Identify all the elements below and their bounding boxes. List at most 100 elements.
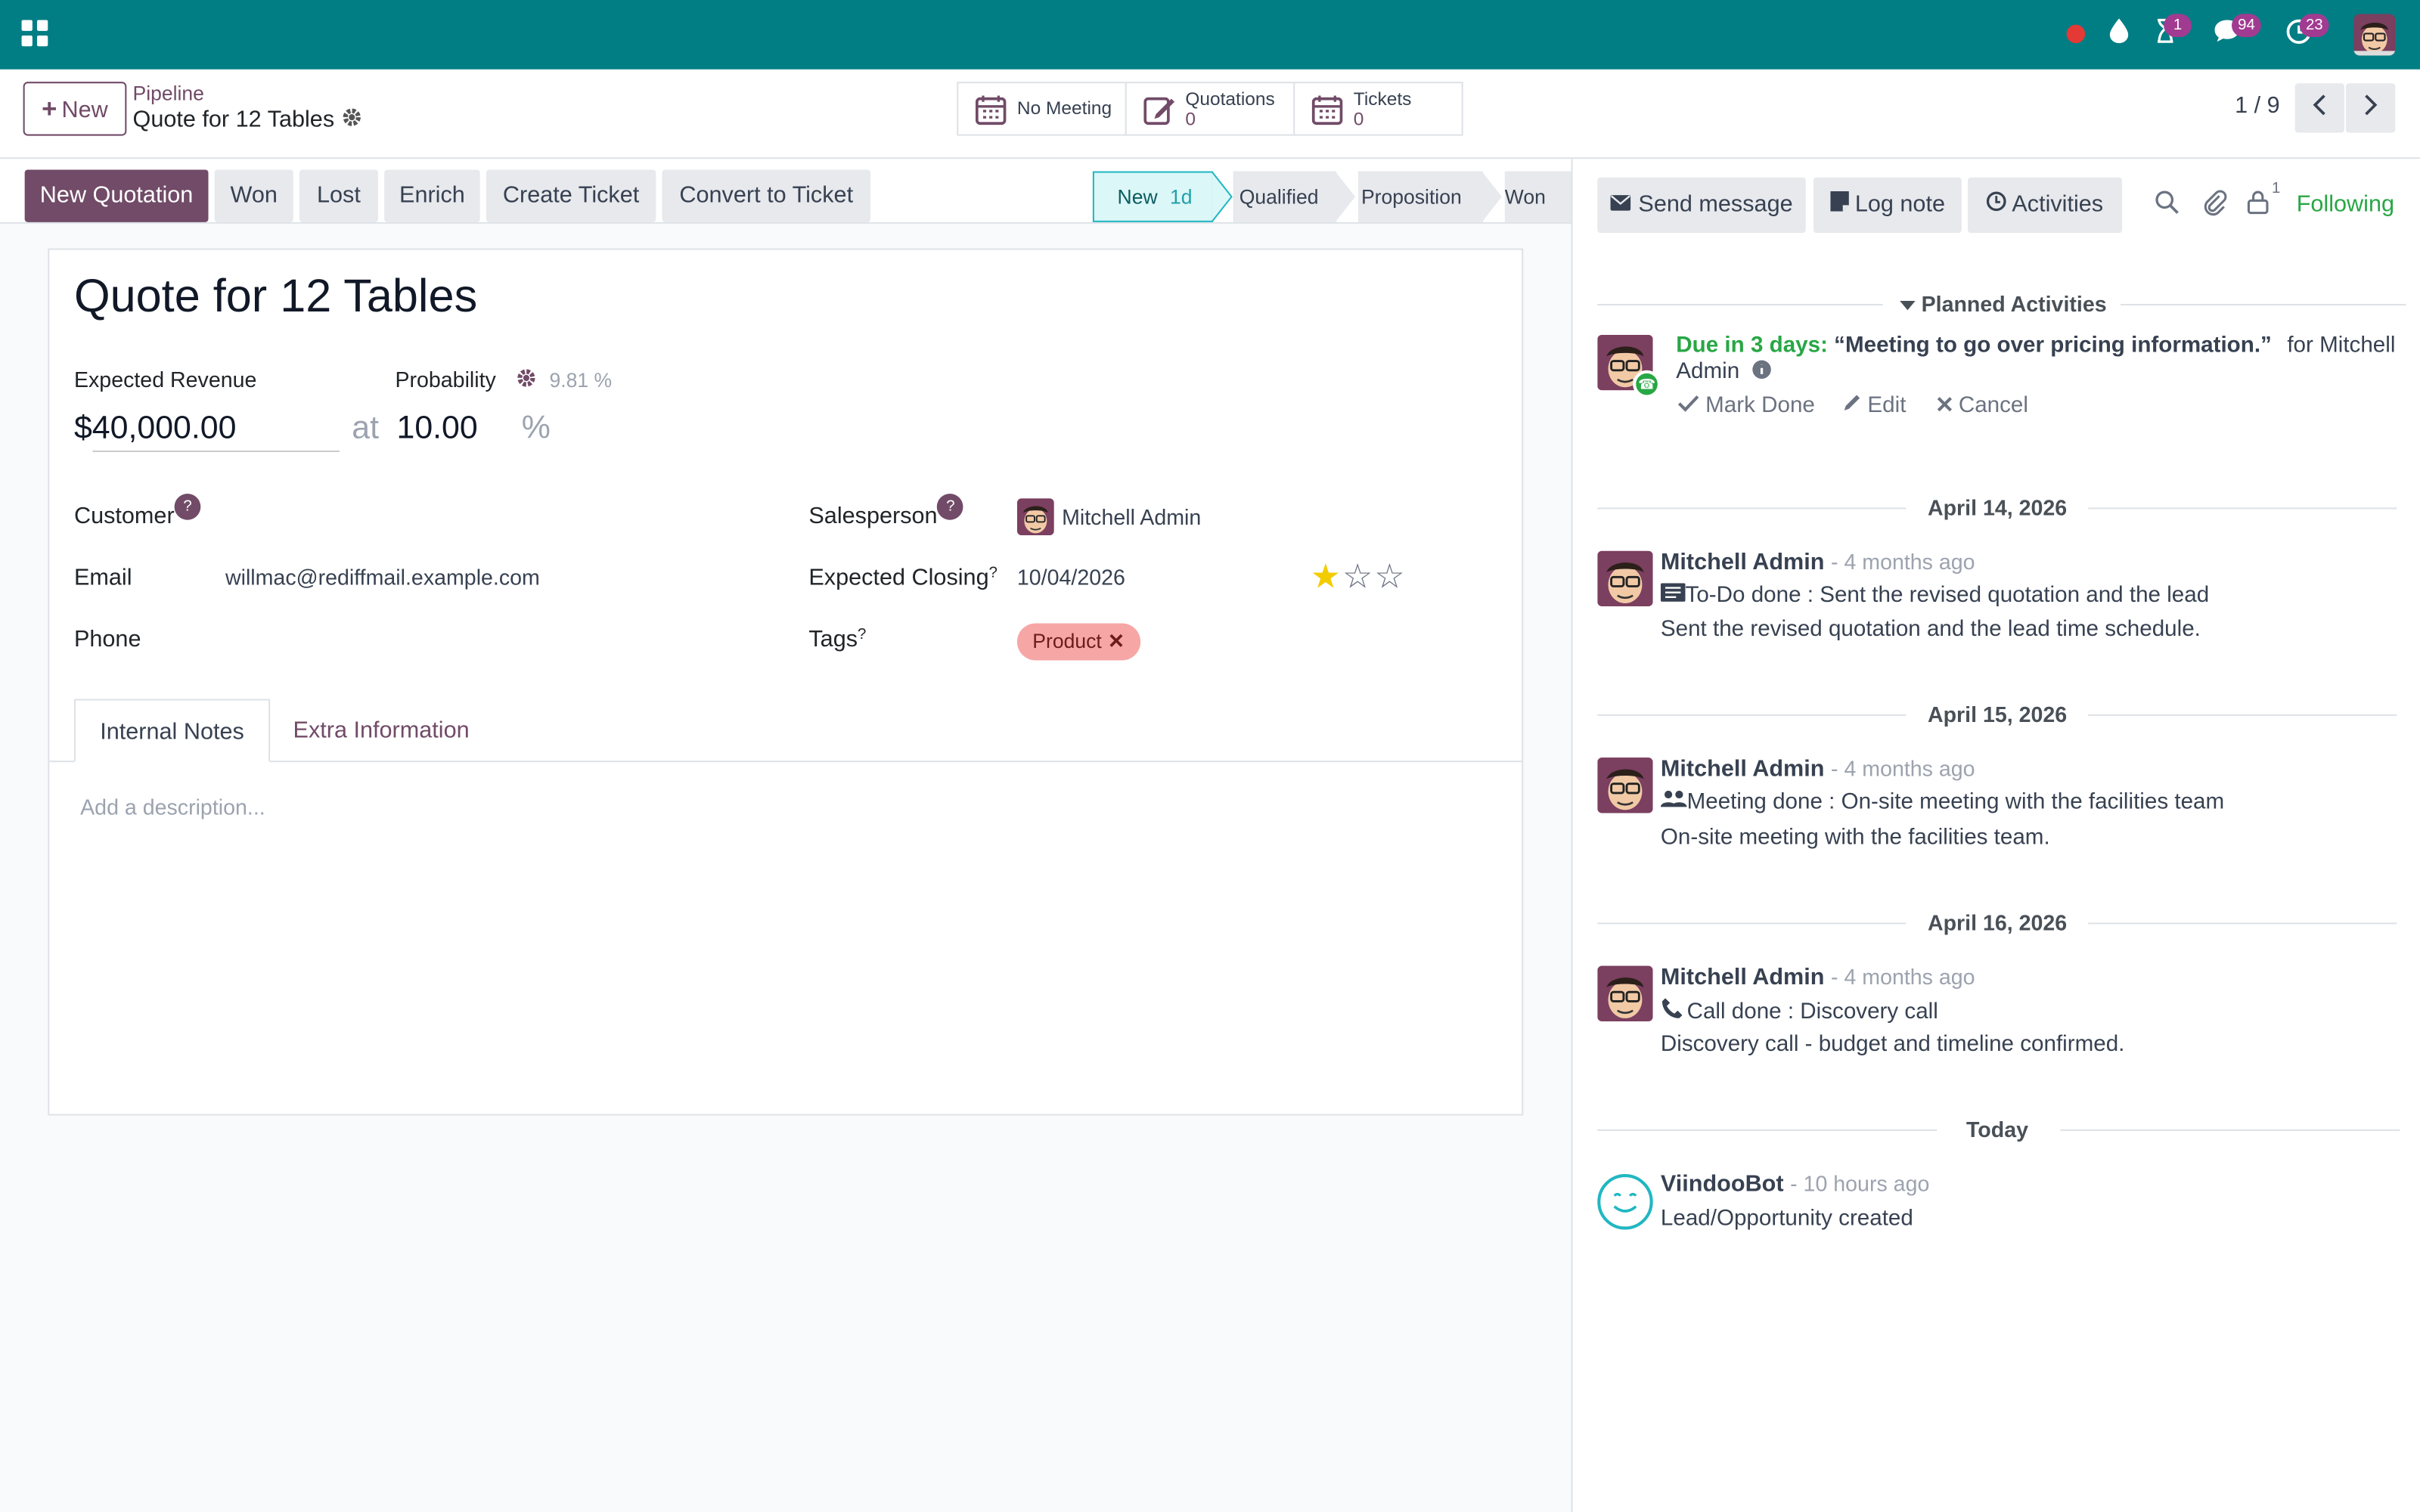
user-avatar[interactable] (2353, 14, 2396, 56)
author-avatar[interactable] (1597, 758, 1653, 813)
opportunity-title[interactable]: Quote for 12 Tables (74, 271, 477, 324)
edit-activity-link[interactable]: Edit (1843, 393, 1907, 419)
record-actions-gear-icon[interactable] (341, 107, 363, 133)
expected-revenue-input[interactable]: $40,000.00 (74, 411, 237, 448)
bot-avatar[interactable] (1597, 1174, 1653, 1230)
message-time: - 10 hours ago (1790, 1170, 1930, 1196)
follower-count: 1 (2272, 180, 2281, 198)
message-title-text: Meeting done : On-site meeting with the … (1686, 789, 2225, 815)
phone-icon (1661, 998, 1683, 1018)
info-icon[interactable] (1752, 360, 1773, 380)
log-note-button[interactable]: Log note (1813, 177, 1962, 234)
tickets-smart-button[interactable]: Tickets 0 (1293, 82, 1463, 136)
new-record-button[interactable]: + New (23, 82, 127, 136)
search-icon[interactable] (2155, 190, 2180, 215)
activities-button[interactable]: Activities (1968, 177, 2123, 234)
breadcrumb-parent-link[interactable]: Pipeline (133, 82, 204, 105)
won-button[interactable]: Won (214, 169, 293, 222)
quotations-smart-button[interactable]: Quotations 0 (1125, 82, 1295, 136)
tag-label: Product (1032, 629, 1102, 653)
separator (1597, 304, 1883, 306)
description-editor[interactable]: Add a description... (80, 795, 265, 820)
planned-activities-toggle[interactable]: Planned Activities (1900, 292, 2107, 316)
tab-extra-information[interactable]: Extra Information (281, 699, 481, 762)
date-separator-line (2088, 714, 2397, 716)
paperclip-icon[interactable] (2202, 190, 2227, 216)
edit-label: Edit (1867, 393, 1907, 419)
tag-badge[interactable]: Product ✕ (1016, 623, 1140, 661)
date-separator: April 15, 2026 (1927, 702, 2068, 727)
stage-duration: 1d (1169, 184, 1193, 209)
message-body: Discovery call - budget and timeline con… (1660, 1032, 2125, 1057)
expected-closing-field[interactable]: 10/04/2026 (1017, 565, 1125, 590)
help-tooltip-icon[interactable]: ? (174, 494, 201, 520)
percent-sign: % (521, 410, 551, 446)
tab-internal-notes[interactable]: Internal Notes (73, 699, 271, 763)
stage-won[interactable]: Won (1504, 171, 1571, 222)
activity-assignee-prefix: for Mitchell (2287, 333, 2396, 358)
message-title-text: To-Do done : Sent the revised quotation … (1685, 583, 2210, 609)
stage-qualified[interactable]: Qualified (1233, 171, 1339, 222)
salesperson-field[interactable]: Mitchell Admin (1062, 504, 1201, 529)
date-separator: Today (1965, 1117, 2029, 1142)
author-avatar[interactable] (1597, 550, 1653, 607)
create-ticket-button[interactable]: Create Ticket (486, 169, 656, 222)
tag-remove-icon[interactable]: ✕ (1108, 630, 1125, 653)
quotations-count: 0 (1185, 107, 1196, 129)
author-avatar[interactable] (1597, 965, 1653, 1022)
email-label: Email (73, 564, 132, 591)
convert-to-ticket-button[interactable]: Convert to Ticket (662, 169, 871, 222)
star-filled-icon[interactable]: ★ (1311, 557, 1342, 596)
message-author[interactable]: Mitchell Admin - 4 months ago (1661, 756, 1975, 782)
cancel-label: Cancel (1958, 393, 2028, 419)
help-tooltip-icon[interactable]: ? (989, 565, 997, 581)
star-empty-icon[interactable]: ☆ (1342, 557, 1374, 596)
mark-done-label: Mark Done (1705, 393, 1815, 419)
message-author[interactable]: Mitchell Admin - 4 months ago (1661, 965, 1975, 991)
caret-down-icon (1900, 300, 1916, 311)
planned-activity-summary: Due in 3 days: “Meeting to go over prici… (1676, 333, 2401, 386)
message-author[interactable]: Mitchell Admin - 4 months ago (1661, 550, 1975, 576)
lost-button[interactable]: Lost (299, 169, 378, 222)
breadcrumb-current: Quote for 12 Tables (132, 106, 335, 133)
priority-stars[interactable]: ★☆☆ (1311, 557, 1407, 597)
pager-value[interactable]: 1 / 9 (2235, 92, 2280, 119)
stage-proposition[interactable]: Proposition (1357, 171, 1485, 222)
message-author[interactable]: ViindooBot - 10 hours ago (1661, 1171, 1929, 1198)
star-empty-icon[interactable]: ☆ (1374, 557, 1406, 596)
probability-input[interactable]: 10.00 (396, 411, 477, 448)
email-field[interactable]: willmac@rediffmail.example.com (225, 565, 540, 590)
cancel-activity-link[interactable]: Cancel (1937, 393, 2028, 418)
auto-probability-gear-icon[interactable] (516, 367, 538, 389)
stage-new[interactable]: New 1d (1092, 171, 1214, 222)
water-drop-icon[interactable] (2108, 18, 2130, 49)
meeting-smart-button[interactable]: No Meeting (957, 82, 1127, 136)
followers-lock-icon[interactable] (2247, 190, 2269, 215)
clock-icon (1987, 191, 2007, 212)
message-time: - 4 months ago (1830, 755, 1975, 781)
automated-probability: 9.81 % (549, 368, 613, 392)
log-note-label: Log note (1854, 191, 1945, 218)
following-button[interactable]: Following (2297, 191, 2394, 218)
pager-next-button[interactable] (2346, 83, 2396, 133)
pager-previous-button[interactable] (2294, 83, 2344, 133)
mark-done-link[interactable]: Mark Done (1677, 393, 1815, 418)
control-panel: + New Pipeline Quote for 12 Tables No Mee… (0, 69, 2420, 160)
enrich-button[interactable]: Enrich (384, 169, 480, 222)
chatter-panel: Send message Log note Activities 1 Follo… (1571, 159, 2420, 1512)
probability-label: Probability (395, 367, 496, 392)
stage-arrow-icon (1212, 171, 1233, 222)
new-quotation-button[interactable]: New Quotation (24, 169, 209, 222)
message-title: To-Do done : Sent the revised quotation … (1660, 583, 2210, 609)
activity-count-badge: 1 (2164, 14, 2192, 37)
message-title-text: Call done : Discovery call (1686, 999, 1938, 1025)
recording-indicator-icon (2066, 24, 2086, 44)
message-title: Meeting done : On-site meeting with the … (1660, 789, 2225, 815)
send-message-button[interactable]: Send message (1597, 177, 1806, 234)
date-separator: April 16, 2026 (1927, 910, 2068, 935)
apps-menu-icon[interactable] (21, 20, 48, 47)
author-name: Mitchell Admin (1660, 755, 1825, 782)
help-tooltip-icon[interactable]: ? (937, 494, 964, 520)
help-tooltip-icon[interactable]: ? (858, 627, 866, 643)
date-separator: April 14, 2026 (1927, 495, 2068, 520)
